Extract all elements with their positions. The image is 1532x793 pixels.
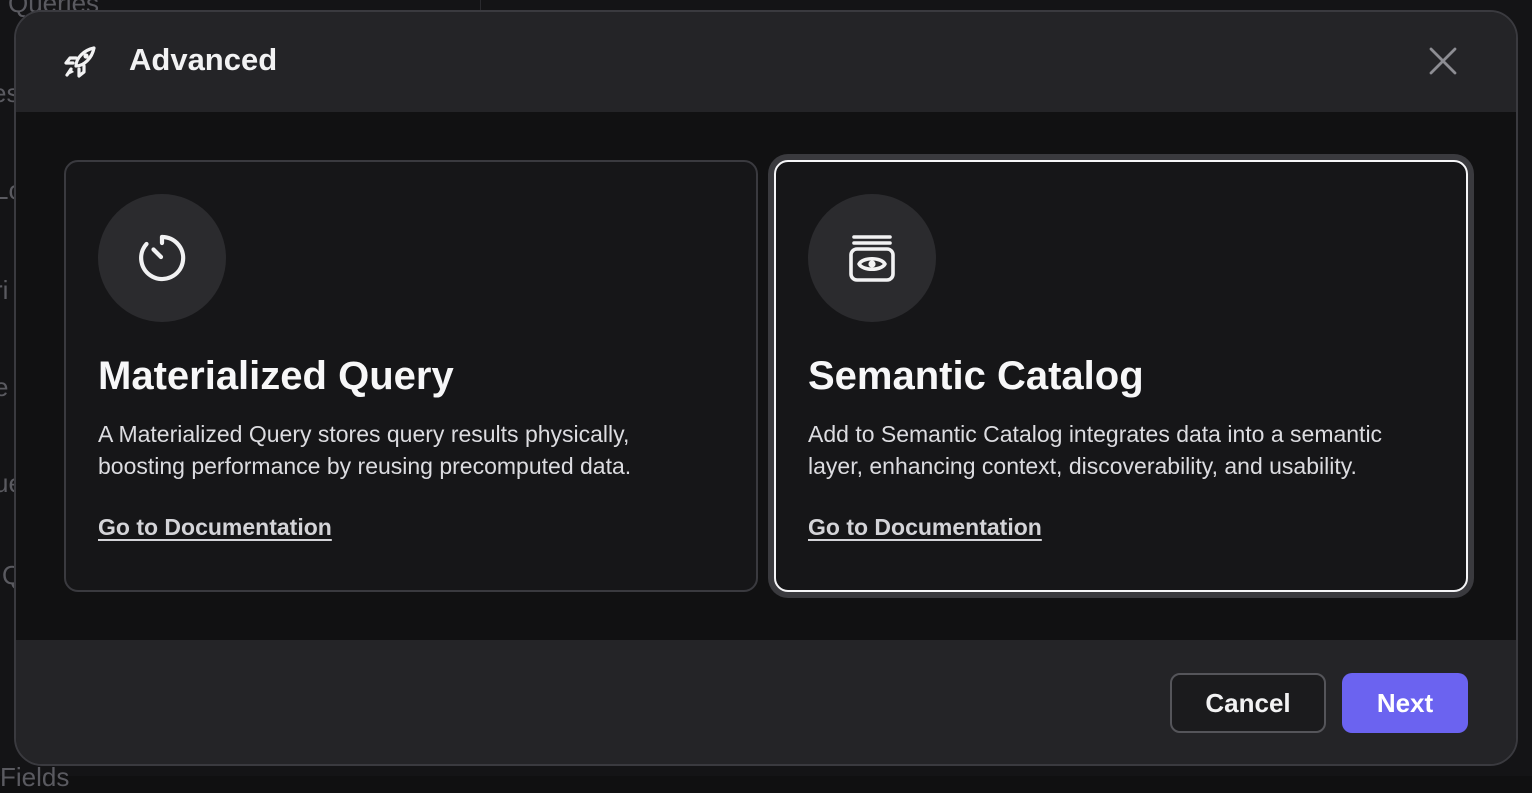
card-title: Semantic Catalog bbox=[808, 354, 1144, 399]
card-description: Add to Semantic Catalog integrates data … bbox=[808, 418, 1428, 482]
timer-icon bbox=[136, 232, 188, 284]
catalog-eye-icon bbox=[846, 232, 898, 284]
dialog-footer: Cancel Next bbox=[16, 640, 1516, 766]
background-text: e bbox=[0, 372, 8, 403]
card-icon-container bbox=[808, 194, 936, 322]
card-title: Materialized Query bbox=[98, 354, 454, 399]
rocket-icon bbox=[62, 44, 98, 80]
dialog-header: Advanced bbox=[16, 12, 1516, 112]
documentation-link[interactable]: Go to Documentation bbox=[98, 514, 332, 541]
next-button[interactable]: Next bbox=[1342, 673, 1468, 733]
semantic-catalog-card[interactable]: Semantic Catalog Add to Semantic Catalog… bbox=[774, 160, 1468, 592]
close-icon[interactable] bbox=[1428, 46, 1458, 76]
cancel-button[interactable]: Cancel bbox=[1170, 673, 1326, 733]
materialized-query-card[interactable]: Materialized Query A Materialized Query … bbox=[64, 160, 758, 592]
card-icon-container bbox=[98, 194, 226, 322]
card-description: A Materialized Query stores query result… bbox=[98, 418, 718, 482]
dialog-title: Advanced bbox=[129, 42, 277, 78]
advanced-dialog: Advanced Materialized Query A Materializ… bbox=[14, 10, 1518, 766]
documentation-link[interactable]: Go to Documentation bbox=[808, 514, 1042, 541]
dialog-body: Materialized Query A Materialized Query … bbox=[16, 112, 1516, 640]
background-text: ri bbox=[0, 275, 8, 306]
background-text: Fields bbox=[0, 762, 69, 793]
